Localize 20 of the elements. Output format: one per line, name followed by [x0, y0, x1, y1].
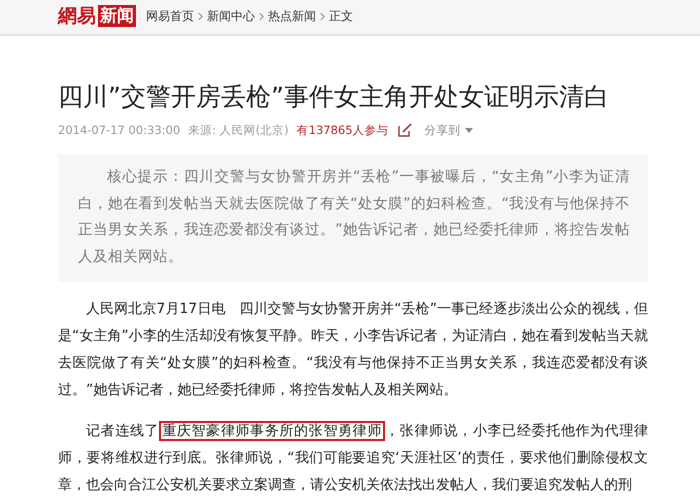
- chevron-icon: [320, 12, 325, 20]
- article-source: 来源: 人民网(北京): [188, 122, 289, 138]
- logo-text[interactable]: 網易: [58, 5, 96, 27]
- caret-icon[interactable]: [464, 128, 473, 132]
- article-title: 四川”交警开房丢枪”事件女主角开处女证明示清白: [58, 81, 610, 113]
- breadcrumb-link[interactable]: 新闻中心: [207, 8, 255, 24]
- highlighted-link[interactable]: 重庆智豪律师事务所的张智勇律师: [159, 421, 385, 441]
- participants-link[interactable]: 有137865人参与: [296, 122, 389, 138]
- paragraph: 记者连线了 重庆智豪律师事务所的张智勇律师 ，张律师说，小李已经委托他作为代理律师，要将维权进行到底。张律师说，“我们可能要追究‘天涯社区’的责任，要求他们删除侵权文章，也会向合江公安机关要求立案调查，请公安机关依法找出发帖人，我们要追究发帖人的刑: [58, 420, 648, 495]
- share-button[interactable]: 分享到: [424, 122, 473, 138]
- breadcrumb-link[interactable]: 网易首页: [146, 8, 194, 24]
- paragraph: 人民网北京7月17日电 四川交警与女协警开房并“丢枪”一事已经逐步淡出公众的视线，但是“女主角”小李的生活却没有恢复平静。昨天，小李告诉记者，为证清白，她在看到发帖当天就去医院做了有关“处女膜”的妇科检查。“我没有与他保持不正当男女关系，我连恋爱都没有谈过。”她告诉记者，她已经委托律师，将控告发帖人及相关网站。: [58, 300, 648, 400]
- logo-badge[interactable]: 新闻: [98, 5, 136, 27]
- breadcrumb-link[interactable]: 热点新闻: [268, 8, 316, 24]
- summary-text: 核心提示：四川交警与女协警开房并“丢枪”一事被曝后，“女主角”小李为证清白，她在看到发帖当天就去医院做了有关“处女膜”的妇科检查。“我没有与他保持不正当男女关系，我连恋爱都没有谈过。”她告诉记者，她已经委托律师，将控告发帖人及相关网站。: [78, 168, 630, 266]
- chevron-icon: [259, 12, 264, 20]
- breadcrumb-link[interactable]: 正文: [329, 8, 353, 24]
- chevron-icon: [198, 12, 203, 20]
- edit-icon[interactable]: [396, 122, 413, 138]
- publish-time: 2014-07-17 00:33:00: [58, 123, 180, 137]
